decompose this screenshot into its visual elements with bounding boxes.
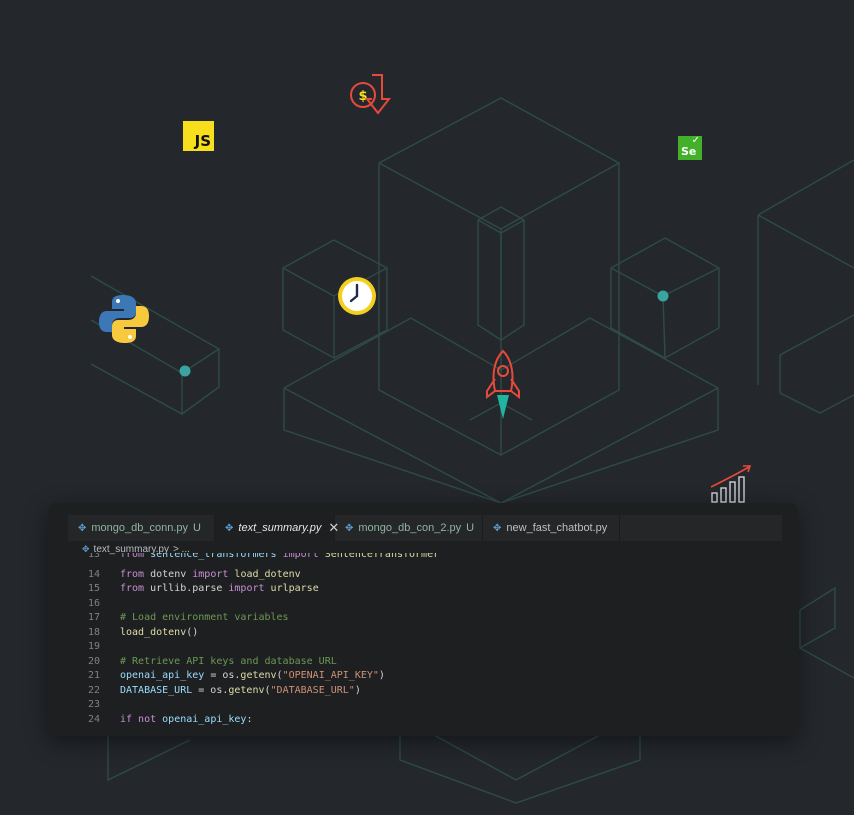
tab-text-summary[interactable]: ✥ text_summary.py ✕	[215, 515, 339, 541]
code-line-18: 18 load_dotenv()	[87, 626, 199, 638]
python-logo-icon	[99, 295, 149, 343]
code-line-15: 15 from urllib.parse import urlparse	[87, 583, 319, 594]
tab-mongo-db-conn[interactable]: ✥ mongo_db_conn.py U	[68, 515, 215, 541]
code-line-23: 23	[87, 699, 100, 710]
code-line-20: 20 # Retrieve API keys and database URL	[87, 655, 337, 667]
modified-badge: U	[466, 522, 475, 534]
code-area[interactable]: 13 from sentence_transformers import Sent…	[68, 553, 782, 733]
modified-badge: U	[193, 522, 201, 534]
code-line-19: 19	[87, 641, 100, 652]
tab-new-fast-chatbot[interactable]: ✥ new_fast_chatbot.py	[483, 515, 620, 541]
editor-tab-bar: ✥ mongo_db_conn.py U ✥ text_summary.py ✕…	[68, 515, 782, 541]
clock-icon	[338, 277, 376, 315]
tab-mongo-db-con-2[interactable]: ✥ mongo_db_con_2.py U	[335, 515, 483, 541]
code-line-22: 22 DATABASE_URL = os. getenv("DATABASE_URL…	[87, 684, 361, 696]
rocket-icon	[486, 349, 520, 419]
code-line-21: 21 openai_api_key = os. getenv("OPENAI_API…	[87, 670, 385, 681]
python-file-icon: ✥	[78, 522, 87, 534]
python-file-icon: ✥	[225, 522, 234, 534]
python-file-icon: ✥	[493, 522, 502, 534]
growth-chart-icon	[710, 465, 752, 503]
python-file-icon: ✥	[345, 522, 354, 534]
selenium-icon: Se ✓	[678, 135, 702, 160]
dollar-down-icon: $	[350, 74, 392, 115]
code-line-17: 17 # Load environment variables	[87, 612, 289, 623]
code-editor-window: ✥ mongo_db_conn.py U ✥ text_summary.py ✕…	[48, 503, 798, 736]
code-line-16: 16	[87, 597, 100, 609]
code-line-24: 24 if not openai_api_key:	[87, 713, 253, 725]
code-line-13: 13 from sentence_transformers import Sent…	[87, 553, 440, 560]
code-line-14: 14 from dotenv import load_dotenv	[87, 568, 301, 580]
javascript-icon: JS	[183, 121, 214, 151]
svg-text:$: $	[358, 89, 367, 104]
